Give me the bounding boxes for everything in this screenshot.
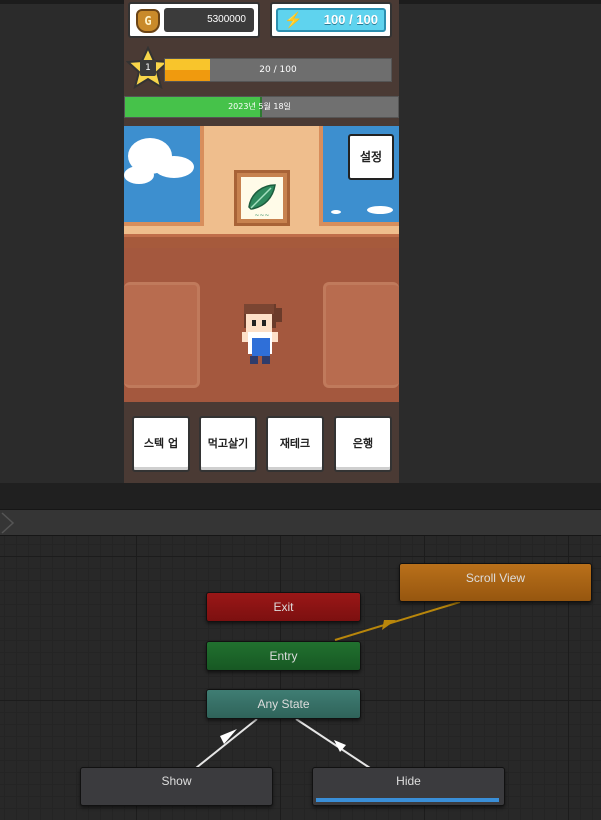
state-progress-bar [316, 798, 500, 802]
state-exit[interactable]: Exit [206, 592, 361, 622]
state-scroll-view[interactable]: Scroll View [399, 563, 592, 602]
arrow-icon [382, 620, 396, 630]
state-hide-label: Hide [396, 774, 421, 788]
editor-window: G 5300000 ⚡ 100 / 100 1 20 / 100 2023년 5… [0, 0, 601, 820]
state-show[interactable]: Show [80, 767, 273, 806]
anystate-to-show-transition[interactable] [195, 718, 258, 769]
state-hide[interactable]: Hide [312, 767, 505, 806]
anystate-to-hide-transition[interactable] [295, 718, 371, 769]
state-any[interactable]: Any State [206, 689, 361, 719]
state-entry[interactable]: Entry [206, 641, 361, 671]
